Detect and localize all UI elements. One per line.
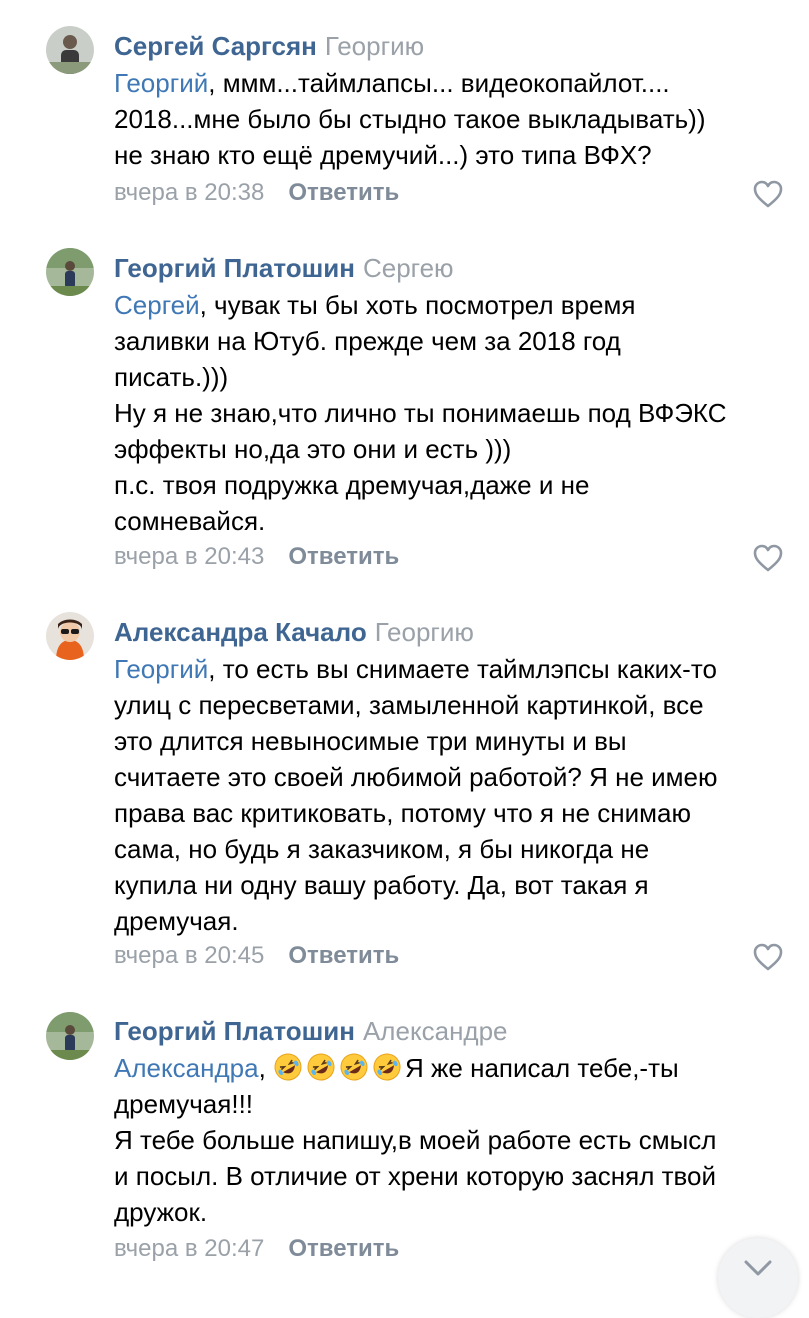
author-name[interactable]: Александра Качало <box>114 617 367 647</box>
reply-to-name[interactable]: Сергею <box>363 253 454 283</box>
mention-link[interactable]: Георгий <box>114 654 208 684</box>
reply-to-name[interactable]: Георгию <box>325 31 424 61</box>
heart-outline-icon <box>753 544 783 572</box>
rolling-on-floor-laughing-emoji <box>273 1052 303 1082</box>
like-button[interactable] <box>752 942 784 972</box>
timestamp: вчера в 20:47 <box>114 1235 265 1262</box>
comment-text-body: , чувак ты бы хоть посмотрел время залив… <box>114 290 727 536</box>
author-name[interactable]: Георгий Платошин <box>114 253 355 283</box>
timestamp: вчера в 20:45 <box>114 942 265 969</box>
avatar[interactable] <box>46 612 94 660</box>
avatar[interactable] <box>46 1012 94 1060</box>
mention-link[interactable]: Георгий <box>114 68 208 98</box>
like-button[interactable] <box>752 179 784 209</box>
heart-outline-icon <box>753 943 783 971</box>
reply-button[interactable]: Ответить <box>288 179 399 206</box>
avatar[interactable] <box>46 26 94 74</box>
comment-text-body: дремучая!!! Я тебе больше напишу,в моей … <box>114 1089 717 1227</box>
author-name[interactable]: Сергей Саргсян <box>114 31 317 61</box>
comment-text: Георгий, ммм...таймлапсы... видеокопайло… <box>114 65 794 173</box>
chevron-down-icon <box>744 1260 772 1276</box>
reply-to-name[interactable]: Георгию <box>375 617 474 647</box>
comment-text-body: , то есть вы снимаете таймлэпсы каких-то… <box>114 654 718 936</box>
comment-meta: вчера в 20:47 Ответить <box>114 1234 399 1264</box>
reply-button[interactable]: Ответить <box>288 1235 399 1262</box>
comment-header: Александра Качало Георгию <box>114 616 474 648</box>
timestamp: вчера в 20:38 <box>114 179 265 206</box>
comment-text: Георгий, то есть вы снимаете таймлэпсы к… <box>114 651 794 939</box>
comment-text-inline: Я же написал тебе,-ты <box>405 1053 679 1083</box>
reply-button[interactable]: Ответить <box>288 942 399 969</box>
comment-text: Александра, Я же написал тебе,-ты дремуч… <box>114 1050 794 1230</box>
reply-to-name[interactable]: Александре <box>363 1016 508 1046</box>
mention-link[interactable]: Александра <box>114 1053 259 1083</box>
rolling-on-floor-laughing-emoji <box>372 1052 402 1082</box>
rolling-on-floor-laughing-emoji <box>306 1052 336 1082</box>
timestamp: вчера в 20:43 <box>114 543 265 570</box>
comment-meta: вчера в 20:43 Ответить <box>114 542 399 572</box>
comment-header: Георгий Платошин Александре <box>114 1015 508 1047</box>
comment-meta: вчера в 20:45 Ответить <box>114 941 399 971</box>
comment-header: Сергей Саргсян Георгию <box>114 30 424 62</box>
author-name[interactable]: Георгий Платошин <box>114 1016 355 1046</box>
comment-header: Георгий Платошин Сергею <box>114 252 454 284</box>
scroll-down-button[interactable] <box>718 1238 798 1318</box>
comment-text: Сергей, чувак ты бы хоть посмотрел время… <box>114 287 794 539</box>
comment-meta: вчера в 20:38 Ответить <box>114 178 399 208</box>
like-button[interactable] <box>752 543 784 573</box>
rolling-on-floor-laughing-emoji <box>339 1052 369 1082</box>
heart-outline-icon <box>753 180 783 208</box>
reply-button[interactable]: Ответить <box>288 543 399 570</box>
mention-link[interactable]: Сергей <box>114 290 200 320</box>
avatar[interactable] <box>46 248 94 296</box>
